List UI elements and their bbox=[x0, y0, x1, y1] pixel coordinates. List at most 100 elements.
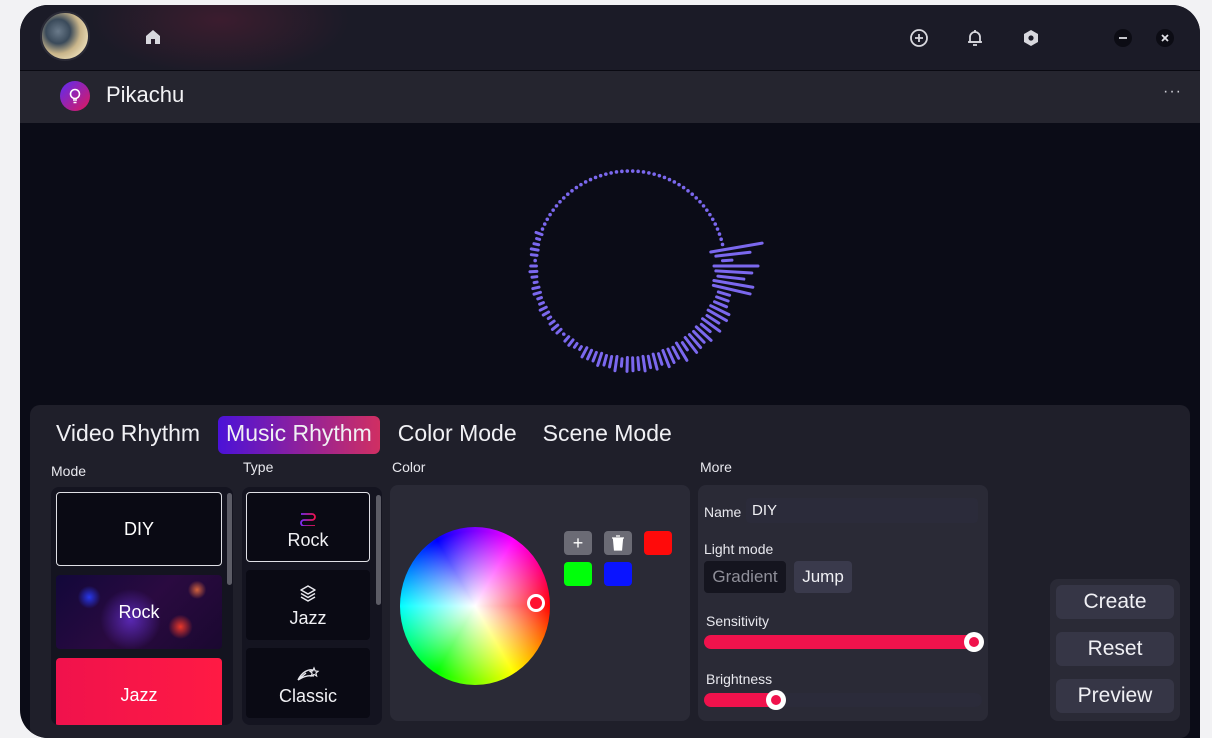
visualizer-dot bbox=[662, 175, 667, 180]
tab-video-rhythm[interactable]: Video Rhythm bbox=[48, 416, 208, 454]
visualizer-bar bbox=[636, 356, 641, 372]
minimize-icon[interactable] bbox=[1109, 24, 1137, 52]
preview-button[interactable]: Preview bbox=[1056, 679, 1174, 713]
tab-color-mode[interactable]: Color Mode bbox=[390, 416, 525, 454]
mode-scrollbar[interactable] bbox=[227, 493, 232, 585]
visualizer-dot bbox=[588, 177, 593, 182]
visualizer-bar bbox=[532, 242, 541, 247]
settings-hex-icon[interactable] bbox=[1017, 24, 1045, 52]
visualizer-dot bbox=[545, 217, 550, 222]
app-window: Pikachu ··· Video Rhythm Music Rhythm Co… bbox=[20, 5, 1200, 738]
visualizer-dot bbox=[667, 177, 672, 182]
brightness-label: Brightness bbox=[706, 671, 773, 687]
color-swatch-blue[interactable] bbox=[604, 562, 632, 586]
color-swatch-red[interactable] bbox=[644, 531, 672, 555]
close-icon[interactable] bbox=[1151, 24, 1179, 52]
type-scrollbar[interactable] bbox=[376, 495, 381, 605]
visualizer-dot bbox=[620, 169, 624, 174]
visualizer-dot bbox=[604, 172, 608, 176]
visualizer-bar bbox=[608, 354, 614, 369]
visualizer-bar bbox=[529, 253, 539, 257]
visualizer-bar bbox=[548, 319, 556, 326]
more-section-label: More bbox=[700, 459, 732, 475]
avatar[interactable] bbox=[40, 11, 90, 61]
visualizer-dot bbox=[719, 237, 723, 242]
visualizer-bar bbox=[563, 335, 571, 343]
visualizer-bar bbox=[529, 247, 540, 252]
visualizer-dot bbox=[565, 192, 570, 197]
type-section-label: Type bbox=[243, 459, 274, 475]
visualizer-dot bbox=[636, 169, 640, 174]
classic-comet-icon bbox=[296, 660, 320, 682]
home-icon[interactable] bbox=[139, 23, 167, 51]
visualizer-dot bbox=[561, 332, 566, 336]
tab-scene-mode[interactable]: Scene Mode bbox=[535, 416, 680, 454]
visualizer-dot bbox=[657, 173, 662, 178]
visualizer-dot bbox=[593, 175, 598, 180]
visualizer-bar bbox=[715, 295, 730, 303]
layers-icon bbox=[298, 582, 318, 604]
visualizer-dot bbox=[641, 170, 646, 174]
mode-card-jazz[interactable]: Jazz bbox=[56, 658, 222, 725]
delete-color-button[interactable] bbox=[604, 531, 632, 555]
visualizer-bar bbox=[680, 341, 689, 352]
visualizer-dot bbox=[625, 169, 630, 173]
visualizer-dot bbox=[705, 208, 709, 212]
visualizer-bar bbox=[666, 347, 676, 364]
visualizer-dot bbox=[614, 170, 619, 174]
visualizer-bar bbox=[530, 275, 539, 279]
visualizer-bar bbox=[532, 290, 542, 296]
mode-tabs: Video Rhythm Music Rhythm Color Mode Sce… bbox=[48, 416, 690, 454]
type-card-rock[interactable]: Rock bbox=[246, 492, 370, 562]
visualizer-bar bbox=[716, 290, 732, 297]
sensitivity-slider-thumb[interactable] bbox=[964, 632, 984, 652]
rock-wave-icon bbox=[297, 504, 319, 526]
visualizer-dot bbox=[574, 185, 579, 190]
brightness-slider-thumb[interactable] bbox=[766, 690, 787, 710]
color-swatch-green[interactable] bbox=[564, 562, 592, 586]
visualizer-bar bbox=[656, 352, 664, 366]
light-mode-jump-button[interactable]: Jump bbox=[794, 561, 852, 593]
add-circle-icon[interactable] bbox=[905, 24, 933, 52]
visualizer-bar bbox=[536, 296, 543, 301]
brightness-slider[interactable] bbox=[704, 690, 982, 710]
tab-music-rhythm[interactable]: Music Rhythm bbox=[218, 416, 380, 454]
sensitivity-slider-fill bbox=[704, 635, 982, 649]
sensitivity-label: Sensitivity bbox=[706, 613, 770, 629]
color-wheel-handle[interactable] bbox=[527, 594, 545, 612]
music-visualizer bbox=[528, 169, 764, 373]
reset-button[interactable]: Reset bbox=[1056, 632, 1174, 666]
visualizer-dot bbox=[561, 196, 566, 200]
control-panel: Video Rhythm Music Rhythm Color Mode Sce… bbox=[30, 405, 1190, 738]
visualizer-bar bbox=[699, 322, 712, 334]
more-settings-panel: Name Light mode Gradient Jump Sensitivit… bbox=[698, 485, 988, 721]
mode-card-diy[interactable]: DIY bbox=[56, 492, 222, 566]
sensitivity-slider[interactable] bbox=[704, 632, 984, 652]
lightbulb-icon bbox=[60, 81, 90, 111]
type-card-classic[interactable]: Classic bbox=[246, 648, 370, 718]
action-buttons: Create Reset Preview bbox=[1050, 579, 1180, 721]
create-button[interactable]: Create bbox=[1056, 585, 1174, 619]
visualizer-dot bbox=[710, 217, 715, 222]
visualizer-dot bbox=[717, 232, 722, 236]
add-color-button[interactable]: + bbox=[564, 531, 592, 555]
visualizer-dot bbox=[681, 185, 686, 190]
name-input[interactable] bbox=[746, 498, 978, 523]
mode-card-rock[interactable]: Rock bbox=[56, 575, 222, 649]
visualizer-dot bbox=[533, 258, 537, 263]
visualizer-dot bbox=[694, 196, 699, 200]
visualizer-dot bbox=[542, 222, 547, 226]
visualizer-bar bbox=[714, 250, 752, 258]
visualizer-bar bbox=[709, 241, 764, 254]
plus-icon: + bbox=[572, 532, 584, 553]
light-mode-label: Light mode bbox=[704, 541, 774, 557]
light-mode-gradient-button[interactable]: Gradient bbox=[704, 561, 786, 593]
more-options-icon[interactable]: ··· bbox=[1163, 83, 1182, 101]
device-title: Pikachu bbox=[106, 82, 185, 107]
bell-icon[interactable] bbox=[961, 24, 989, 52]
visualizer-bar bbox=[646, 354, 653, 370]
type-card-jazz[interactable]: Jazz bbox=[246, 570, 370, 640]
visualizer-dot bbox=[698, 199, 702, 204]
visualizer-bar bbox=[538, 305, 548, 312]
visualizer-bar bbox=[613, 354, 619, 373]
